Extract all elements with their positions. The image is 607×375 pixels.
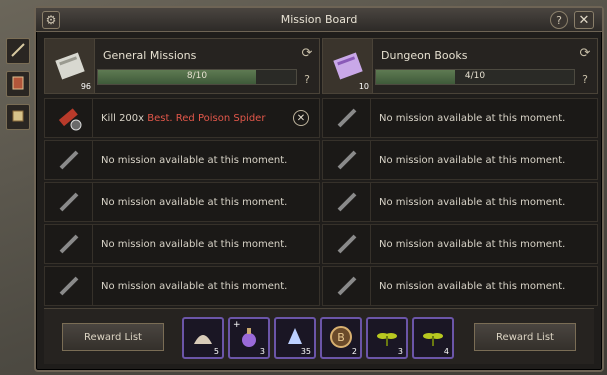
empty-mission-icon	[45, 225, 93, 263]
progress-label: 8/10	[186, 71, 208, 81]
gear-icon[interactable]: ⚙	[42, 11, 60, 29]
mission-text: Kill 200x Best. Red Poison Spider	[93, 113, 293, 124]
mission-text: No mission available at this moment.	[379, 112, 566, 124]
mission-text: No mission available at this moment.	[101, 154, 288, 166]
progress-label: 4/10	[464, 71, 486, 81]
mission-row: No mission available at this moment.	[322, 224, 598, 264]
panel-header: 96 General Missions ⟳ 8/10 ?	[44, 38, 320, 94]
side-tab-missions[interactable]	[6, 38, 30, 64]
reward-item[interactable]: 3	[366, 317, 408, 359]
mission-row: No mission available at this moment.	[322, 266, 598, 306]
empty-mission-icon	[45, 141, 93, 179]
empty-mission-icon	[45, 183, 93, 221]
quill-icon	[10, 42, 26, 61]
mission-row: No mission available at this moment.	[322, 140, 598, 180]
mission-row: No mission available at this moment.	[44, 224, 320, 264]
reward-list-button-right[interactable]: Reward List	[474, 323, 576, 351]
reward-qty: 3	[259, 347, 265, 356]
panel-title: Dungeon Books	[381, 49, 468, 62]
reward-item[interactable]: 35	[274, 317, 316, 359]
refresh-icon[interactable]: ⟳	[299, 45, 315, 61]
dungeon-books-panel: 10 Dungeon Books ⟳ 4/10 ? No mission ava…	[322, 38, 598, 306]
mission-scroll-icon	[45, 99, 93, 137]
side-tab-book[interactable]	[6, 71, 30, 97]
question-mark-icon[interactable]: ?	[577, 71, 593, 87]
mission-text: No mission available at this moment.	[379, 196, 566, 208]
reward-qty: 5	[213, 347, 219, 356]
mission-row: No mission available at this moment.	[322, 182, 598, 222]
mission-text: No mission available at this moment.	[101, 196, 288, 208]
svg-text:B: B	[337, 331, 345, 344]
reward-item[interactable]: 4	[412, 317, 454, 359]
refresh-icon[interactable]: ⟳	[577, 45, 593, 61]
side-tab-scroll[interactable]	[6, 104, 30, 130]
window-title: Mission Board	[280, 13, 358, 26]
mission-row: No mission available at this moment.	[44, 140, 320, 180]
icon-count: 96	[80, 82, 91, 91]
panel-header: 10 Dungeon Books ⟳ 4/10 ?	[322, 38, 598, 94]
empty-mission-icon	[323, 99, 371, 137]
reward-plus: +	[233, 320, 241, 330]
scroll-icon	[10, 108, 26, 127]
help-button[interactable]: ?	[550, 11, 568, 29]
dungeon-book-icon: 10	[323, 39, 373, 93]
herb-icon	[420, 324, 446, 353]
empty-mission-icon	[45, 267, 93, 305]
close-button[interactable]: ✕	[574, 11, 594, 29]
mission-row: No mission available at this moment.	[322, 98, 598, 138]
panel-title: General Missions	[103, 49, 197, 62]
mission-text: No mission available at this moment.	[379, 280, 566, 292]
side-tabs	[6, 38, 32, 137]
cancel-mission-icon[interactable]: ✕	[293, 110, 309, 126]
reward-bar: Reward List 5 + 3 35 B 2 3 4 Reward List	[44, 308, 594, 364]
mission-target: Best. Red Poison Spider	[147, 112, 266, 124]
reward-list-button-left[interactable]: Reward List	[62, 323, 164, 351]
reward-items: 5 + 3 35 B 2 3 4	[182, 317, 468, 359]
reward-qty: 3	[397, 347, 403, 356]
mission-text: No mission available at this moment.	[101, 280, 288, 292]
mission-row: No mission available at this moment.	[44, 266, 320, 306]
icon-count: 10	[358, 82, 369, 91]
book-icon	[10, 75, 26, 94]
mission-prefix: Kill 200x	[101, 112, 148, 124]
mission-row: No mission available at this moment.	[44, 182, 320, 222]
mission-row[interactable]: Kill 200x Best. Red Poison Spider ✕	[44, 98, 320, 138]
mission-text: No mission available at this moment.	[379, 238, 566, 250]
shell-icon	[190, 324, 216, 353]
empty-mission-icon	[323, 267, 371, 305]
reward-item[interactable]: 5	[182, 317, 224, 359]
herb-icon	[374, 324, 400, 353]
progress-bar: 4/10	[375, 69, 575, 85]
title-bar[interactable]: ⚙ Mission Board ? ✕	[36, 8, 602, 32]
empty-mission-icon	[323, 225, 371, 263]
scroll-bundle-icon: 96	[45, 39, 95, 93]
progress-bar: 8/10	[97, 69, 297, 85]
empty-mission-icon	[323, 183, 371, 221]
mission-text: No mission available at this moment.	[101, 238, 288, 250]
coin-b-icon: B	[328, 324, 354, 353]
question-mark-icon[interactable]: ?	[299, 71, 315, 87]
reward-item[interactable]: + 3	[228, 317, 270, 359]
empty-mission-icon	[323, 141, 371, 179]
mission-board-window: ⚙ Mission Board ? ✕ 96 General Missions …	[34, 6, 604, 372]
reward-qty: 2	[351, 347, 357, 356]
reward-qty: 4	[443, 347, 449, 356]
reward-item[interactable]: B 2	[320, 317, 362, 359]
general-missions-panel: 96 General Missions ⟳ 8/10 ? Kill 200x B…	[44, 38, 320, 306]
reward-qty: 35	[300, 347, 311, 356]
mission-text: No mission available at this moment.	[379, 154, 566, 166]
